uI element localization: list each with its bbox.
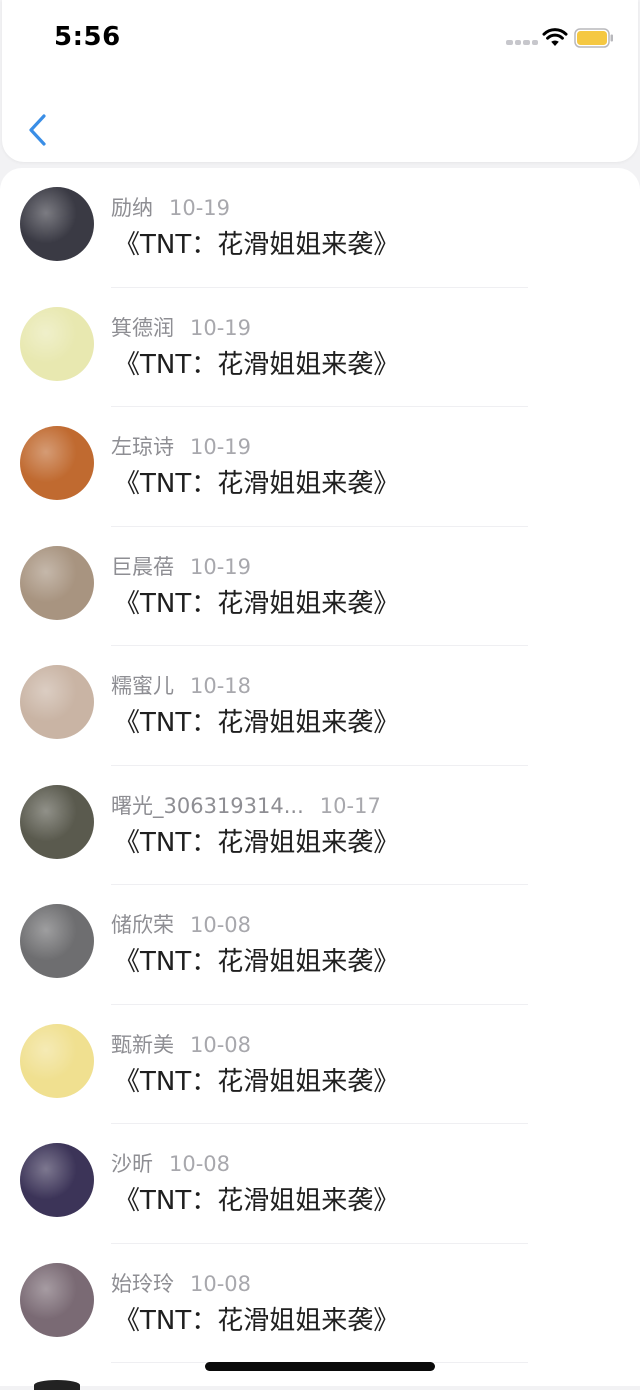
item-date: 10-08 (190, 1032, 252, 1057)
avatar[interactable] (20, 784, 94, 859)
list-item[interactable]: 糯蜜儿 10-18 《TNT：花滑姐姐来袭》 (0, 646, 640, 766)
book-title: 《TNT：花滑姐姐来袭》 (114, 1066, 400, 1097)
user-name: 左琼诗 (111, 435, 174, 459)
item-date: 10-19 (190, 554, 252, 579)
item-meta: 左琼诗 10-19 (111, 431, 251, 461)
item-meta: 励纳 10-19 (111, 192, 230, 222)
avatar[interactable] (20, 187, 94, 261)
item-date: 10-18 (190, 674, 252, 698)
list-item[interactable]: 曙光_306319314... 10-17 《TNT：花滑姐姐来袭》 (0, 766, 640, 885)
back-button[interactable] (18, 108, 58, 152)
book-title: 《TNT：花滑姐姐来袭》 (114, 230, 400, 260)
item-date: 10-19 (190, 435, 252, 459)
item-date: 10-19 (190, 315, 252, 340)
item-meta: 储欣荣 10-08 (111, 909, 251, 939)
chevron-left-icon (29, 114, 46, 146)
item-meta: 箕德润 10-19 (111, 312, 251, 342)
status-time: 5:56 (54, 22, 121, 52)
list-item[interactable]: 左琼诗 10-19 《TNT：花滑姐姐来袭》 (0, 407, 640, 527)
book-title: 《TNT：花滑姐姐来袭》 (114, 947, 400, 977)
avatar[interactable] (20, 426, 94, 500)
list-item[interactable]: 储欣荣 10-08 《TNT：花滑姐姐来袭》 (0, 885, 640, 1005)
item-meta: 巨晨蓓 10-19 (111, 551, 251, 581)
user-name: 始玲玲 (111, 1271, 174, 1296)
item-meta: 曙光_306319314... 10-17 (111, 790, 381, 820)
item-meta: 始玲玲 10-08 (111, 1268, 251, 1298)
signal-dots-icon (506, 40, 538, 46)
avatar[interactable] (20, 306, 94, 381)
item-date: 10-08 (190, 1271, 252, 1296)
item-date: 10-19 (169, 196, 231, 220)
avatar[interactable] (20, 1262, 94, 1337)
navigation-header: 5:56 (2, 0, 638, 162)
book-title: 《TNT：花滑姐姐来袭》 (114, 588, 400, 619)
user-name: 曙光_306319314... (111, 793, 304, 818)
user-name: 巨晨蓓 (111, 554, 174, 579)
user-name: 储欣荣 (111, 913, 174, 937)
item-meta: 糯蜜儿 10-18 (111, 670, 251, 700)
list-item[interactable]: 箕德润 10-19 《TNT：花滑姐姐来袭》 (0, 288, 640, 407)
avatar[interactable] (20, 665, 94, 739)
list-item[interactable]: 甄新美 10-08 《TNT：花滑姐姐来袭》 (0, 1005, 640, 1124)
book-title: 《TNT：花滑姐姐来袭》 (114, 827, 400, 858)
reader-list: 励纳 10-19 《TNT：花滑姐姐来袭》 箕德润 10-19 《TNT：花滑姐姐来袭》左… (0, 168, 640, 1386)
book-title: 《TNT：花滑姐姐来袭》 (114, 1186, 400, 1216)
user-name: 箕德润 (111, 315, 174, 340)
list-item[interactable]: 始玲玲 10-08 《TNT：花滑姐姐来袭》 (0, 1244, 640, 1363)
book-title: 《TNT：花滑姐姐来袭》 (114, 1305, 400, 1336)
user-name: 励纳 (111, 196, 153, 220)
book-title: 《TNT：花滑姐姐来袭》 (114, 708, 400, 738)
item-meta: 甄新美 10-08 (111, 1029, 251, 1059)
item-meta: 沙昕 10-08 (111, 1148, 230, 1178)
avatar[interactable] (20, 1143, 94, 1217)
book-title: 《TNT：花滑姐姐来袭》 (114, 469, 400, 499)
avatar[interactable] (20, 545, 94, 620)
user-name: 甄新美 (111, 1032, 174, 1057)
item-date: 10-08 (169, 1152, 231, 1176)
user-name: 沙昕 (111, 1152, 153, 1176)
item-date: 10-17 (319, 793, 381, 818)
list-item[interactable]: 巨晨蓓 10-19 《TNT：花滑姐姐来袭》 (0, 527, 640, 646)
list-item[interactable]: 励纳 10-19 《TNT：花滑姐姐来袭》 (0, 168, 640, 288)
user-name: 糯蜜儿 (111, 674, 174, 698)
list-item[interactable]: 沙昕 10-08 《TNT：花滑姐姐来袭》 (0, 1124, 640, 1244)
avatar[interactable] (20, 1023, 94, 1098)
home-indicator (205, 1362, 435, 1371)
book-title: 《TNT：花滑姐姐来袭》 (114, 349, 400, 380)
item-date: 10-08 (190, 913, 252, 937)
wifi-icon (542, 28, 568, 46)
avatar[interactable] (20, 904, 94, 978)
battery-icon (574, 28, 613, 48)
avatar (34, 1380, 80, 1390)
